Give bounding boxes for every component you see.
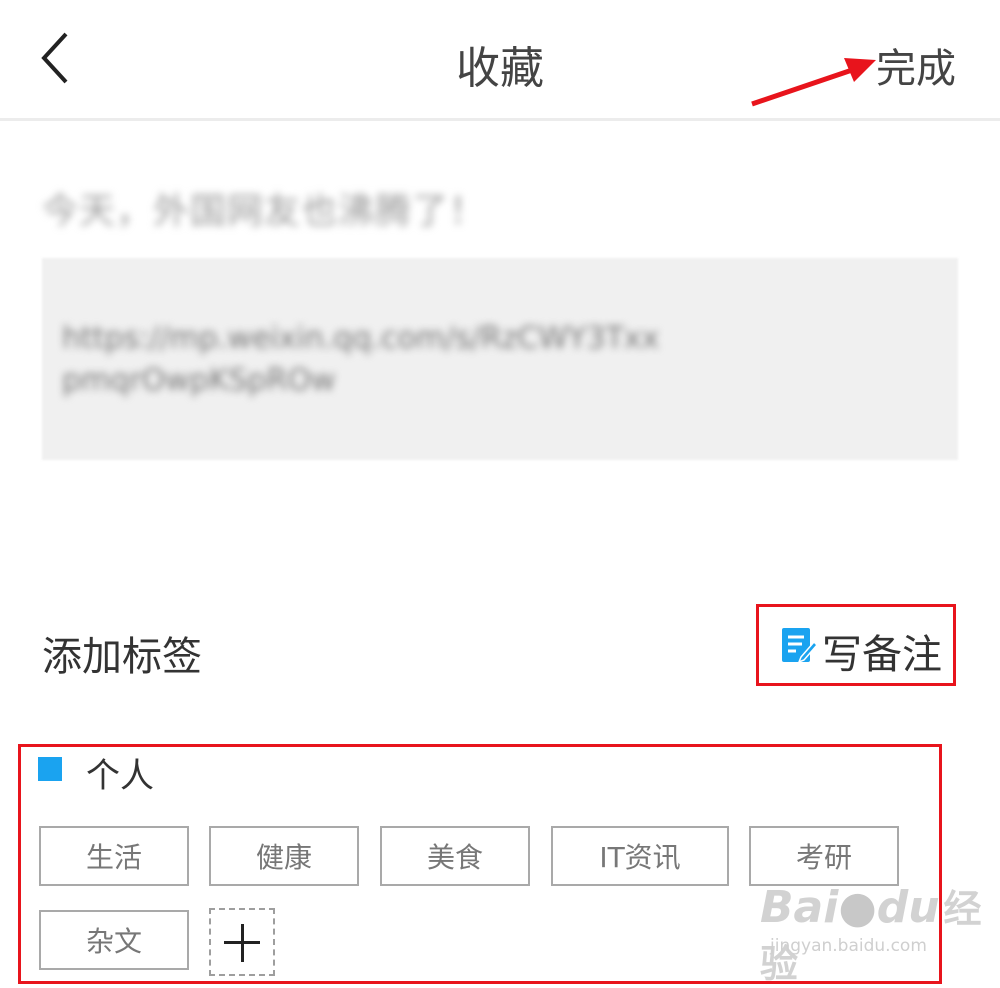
watermark-url: jingyan.baidu.com xyxy=(770,936,927,956)
write-note-label: 写备注 xyxy=(822,632,942,678)
link-url: https://mp.weixin.qq.com/s/RzCWY3Txxpmqr… xyxy=(62,321,660,398)
tag-group-name: 个人 xyxy=(86,756,154,796)
tag-chip[interactable]: IT资讯 xyxy=(551,826,729,886)
red-arrow-annotation xyxy=(751,58,876,107)
add-tags-label: 添加标签 xyxy=(42,634,202,680)
watermark-logo: Bai●du 经验 xyxy=(760,882,982,986)
tag-chip[interactable]: 美食 xyxy=(380,826,530,886)
group-marker xyxy=(38,757,62,781)
edit-note-icon xyxy=(782,628,818,664)
tag-chip[interactable]: 生活 xyxy=(39,826,189,886)
tag-chip[interactable]: 杂文 xyxy=(39,910,189,970)
tag-chip[interactable]: 健康 xyxy=(209,826,359,886)
add-tag-button[interactable] xyxy=(209,908,275,976)
article-title: 今天，外国网友也沸腾了！ xyxy=(42,191,487,232)
done-button[interactable]: 完成 xyxy=(876,36,956,94)
tag-chip[interactable]: 考研 xyxy=(749,826,899,886)
